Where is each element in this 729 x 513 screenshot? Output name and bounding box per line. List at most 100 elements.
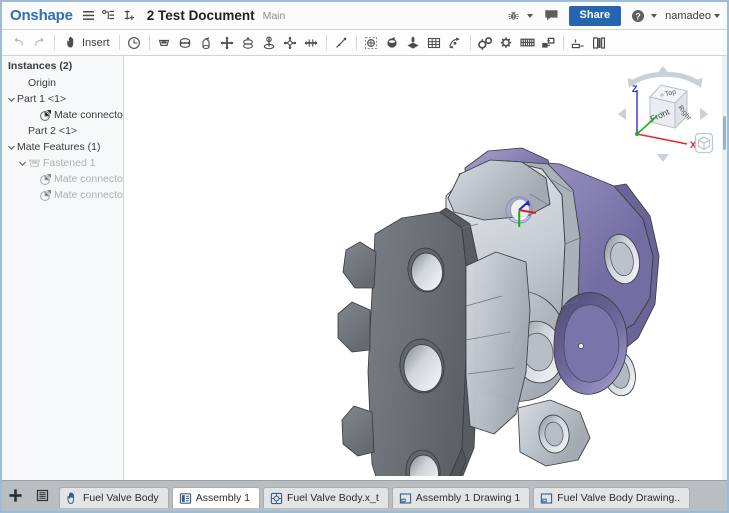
header-right-group: Share ? namadeo — [504, 5, 720, 26]
assembly-toolbar: Insert — [2, 30, 727, 56]
insert-hand-icon — [64, 32, 78, 53]
mate-connector-icon — [39, 173, 52, 186]
bug-menu[interactable] — [504, 6, 533, 26]
group-mate-icon[interactable] — [382, 32, 403, 53]
tree-item-label: Part 2 <1> — [28, 125, 78, 137]
graphics-viewport[interactable]: Top Front Right Z X — [125, 56, 727, 480]
add-tab-icon[interactable] — [2, 480, 29, 511]
instances-header: Instances (2) — [8, 60, 73, 72]
document-tab[interactable]: Fuel Valve Body — [59, 487, 169, 508]
bug-menu-caret[interactable] — [526, 13, 533, 18]
redo-arrow-icon[interactable] — [29, 32, 50, 53]
svg-text:?: ? — [635, 11, 641, 21]
tangent-mate-icon[interactable] — [331, 32, 352, 53]
mate-connector-icon — [39, 109, 52, 122]
workspace-name[interactable]: Main — [263, 10, 286, 22]
onshape-app-window: Onshape 2 Test Document Main Share ? nam… — [0, 0, 729, 513]
viewport-scrollbar[interactable] — [722, 56, 727, 480]
document-tab-label: Fuel Valve Body — [83, 492, 159, 504]
user-name-label[interactable]: namadeo — [665, 10, 711, 22]
parallel-mate-icon[interactable] — [301, 32, 322, 53]
gear-relation-icon[interactable] — [475, 32, 496, 53]
view-cube-axis-z: Z — [632, 84, 638, 94]
tree-item[interactable]: Mate connector — [2, 171, 123, 187]
user-menu-caret[interactable] — [714, 13, 720, 18]
document-tab-label: Fuel Valve Body Drawing.. — [557, 492, 681, 504]
document-tab-label: Assembly 1 — [195, 492, 250, 504]
document-tab[interactable]: Assembly 1 — [171, 487, 260, 508]
pin-slot-mate-icon[interactable] — [259, 32, 280, 53]
toolbar-divider — [54, 35, 55, 50]
ball-mate-icon[interactable] — [280, 32, 301, 53]
tree-item[interactable]: Part 2 <1> — [2, 123, 123, 139]
chevron-down-icon[interactable] — [6, 143, 17, 152]
tree-item-label: Mate connector — [54, 189, 124, 201]
tree-item-label: Mate Features (1) — [17, 141, 101, 153]
toolbar-divider — [325, 35, 327, 50]
tree-item[interactable]: Mate connector — [2, 187, 123, 203]
toolbar-divider — [118, 35, 120, 50]
help-question-icon[interactable]: ? — [628, 6, 648, 26]
undo-arrow-icon[interactable] — [8, 32, 29, 53]
toolbar-divider — [355, 35, 357, 50]
tree-item[interactable]: Mate Features (1) — [2, 139, 123, 155]
feature-list-icon[interactable] — [99, 6, 119, 26]
screw-relation-icon[interactable] — [538, 32, 559, 53]
cylindrical-mate-icon[interactable] — [196, 32, 217, 53]
tree-item[interactable]: Fastened 1 — [2, 155, 123, 171]
part-studio-icon — [66, 491, 79, 505]
belt-relation-icon[interactable] — [517, 32, 538, 53]
document-tab[interactable]: Assembly 1 Drawing 1 — [391, 487, 531, 508]
bug-icon[interactable] — [504, 6, 524, 26]
linear-pattern-icon[interactable] — [424, 32, 445, 53]
assembly-icon — [179, 492, 192, 505]
exploded-view-icon[interactable] — [568, 32, 589, 53]
tab-strip: Fuel Valve Body Assembly 1 Fuel Valve Body… — [59, 487, 693, 511]
toolbar-divider — [562, 35, 564, 50]
shaded-view-icon[interactable] — [693, 131, 715, 155]
tree-item[interactable]: Mate connector 1 — [2, 107, 123, 123]
share-button[interactable]: Share — [568, 5, 622, 26]
tab-list-icon[interactable] — [29, 480, 56, 511]
tree-item-label: Mate connector 1 — [54, 109, 124, 121]
version-branch-icon[interactable] — [119, 6, 139, 26]
planar-mate-icon[interactable] — [238, 32, 259, 53]
user-menu[interactable]: namadeo — [657, 10, 720, 22]
assembly-tree: Origin Part 1 <1> Mate connector 1 Part 2 <… — [2, 75, 123, 203]
tree-item[interactable]: Part 1 <1> — [2, 91, 123, 107]
document-tab-bar: Fuel Valve Body Assembly 1 Fuel Valve Body… — [2, 480, 727, 511]
bill-of-materials-icon[interactable] — [589, 32, 610, 53]
document-tab[interactable]: Fuel Valve Body Drawing.. — [533, 487, 691, 508]
circular-pattern-icon[interactable] — [445, 32, 466, 53]
document-tab-label: Assembly 1 Drawing 1 — [415, 492, 521, 504]
replicate-icon[interactable] — [403, 32, 424, 53]
rack-pinion-icon[interactable] — [496, 32, 517, 53]
instances-sidebar: Instances (2) Origin Part 1 <1> Mate conne… — [2, 56, 124, 480]
chevron-down-icon[interactable] — [6, 95, 17, 104]
fix-mate-icon[interactable] — [154, 32, 175, 53]
chevron-down-icon[interactable] — [17, 159, 28, 168]
mate-connector-icon[interactable] — [361, 32, 382, 53]
comment-icon[interactable] — [542, 6, 562, 26]
document-title[interactable]: 2 Test Document — [147, 8, 255, 23]
toolbar-divider — [469, 35, 471, 50]
document-tab[interactable]: Fuel Valve Body.x_t — [262, 487, 389, 508]
scrollbar-thumb[interactable] — [723, 116, 726, 150]
insert-label: Insert — [82, 36, 110, 49]
onshape-logo[interactable]: Onshape — [10, 7, 73, 24]
fastened-mate-icon — [28, 157, 41, 170]
tree-item[interactable]: Origin — [2, 75, 123, 91]
insert-button[interactable]: Insert — [59, 32, 115, 53]
revolute-mate-icon[interactable] — [175, 32, 196, 53]
toolbar-divider — [148, 35, 150, 50]
drawing-icon — [399, 492, 412, 505]
mate-connector-icon — [39, 189, 52, 202]
help-menu[interactable]: ? — [628, 6, 658, 26]
history-clock-icon[interactable] — [124, 32, 145, 53]
tree-item-label: Mate connector — [54, 173, 124, 185]
hamburger-menu-icon[interactable] — [79, 6, 99, 26]
blob-file-icon — [270, 492, 283, 505]
drawing-icon — [540, 492, 553, 505]
tree-item-label: Part 1 <1> — [17, 93, 67, 105]
slider-mate-icon[interactable] — [217, 32, 238, 53]
